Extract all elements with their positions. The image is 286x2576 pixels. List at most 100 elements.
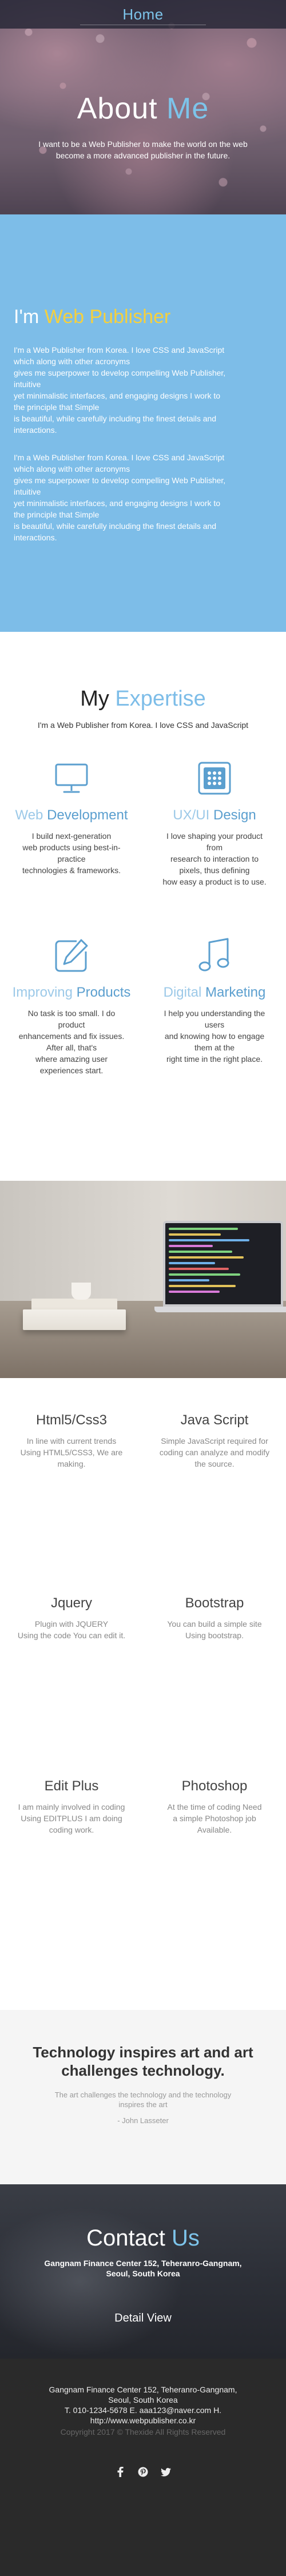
desc-line: web products using best-in- [22,843,121,852]
expertise-item-improving-products: Improving Products No task is too small.… [0,935,143,1113]
contact-title: Contact Us [0,2225,286,2251]
expertise-name-part: Digital [163,985,205,1000]
footer: Gangnam Finance Center 152, Teheranro-Ga… [0,2359,286,2576]
quote-title-line: challenges technology. [61,2062,225,2079]
skill-name: Edit Plus [44,1778,99,1794]
quote-text: The art challenges the technology and th… [0,2090,286,2109]
expertise-subtitle: I'm a Web Publisher from Korea. I love C… [37,720,249,730]
code-line [169,1273,241,1276]
contact-title-contact: Contact [86,2225,172,2251]
para-line: interactions. [14,425,57,435]
skill-name: Java Script [180,1412,249,1428]
code-line [169,1245,213,1247]
para-line: which along with other acronyms [14,464,130,473]
desc-line: practice [57,854,86,863]
code-line [169,1228,239,1230]
contact-title-us: Us [172,2225,200,2251]
expertise-name-part: Web [15,807,47,823]
quote-author: - John Lasseter [117,2116,169,2125]
desc-line: technologies & frameworks. [22,866,121,875]
hero-section: About Me I want to be a Web Publisher to… [0,0,286,214]
desc-line: Using bootstrap. [185,1631,244,1640]
book-stack [23,1309,126,1330]
twitter-icon[interactable] [161,2467,171,2477]
footer-copyright: Copyright 2017 © Thexide All Rights Rese… [60,2427,226,2436]
publisher-title-highlight: Web Publisher [44,306,171,328]
para-line: I'm a Web Publisher from Korea. I love C… [14,345,225,355]
expertise-name-part: Design [213,807,256,823]
desc-line: After all, that's [46,1043,97,1052]
skills-section: Html5/Css3 In line with current trends U… [0,1378,286,2010]
expertise-title-highlight: Expertise [115,687,206,711]
code-line [169,1291,220,1293]
address-line: Gangnam Finance Center 152, Teheranro-Ga… [44,2259,242,2268]
skill-name: Bootstrap [185,1595,244,1611]
para-line: yet minimalistic interfaces, and engagin… [14,499,221,508]
contact-content: Contact Us Gangnam Finance Center 152, T… [0,2184,286,2325]
quote-text-line: inspires the art [118,2100,168,2109]
laptop-base [154,1307,286,1312]
footer-website-link[interactable]: http://www.webpublisher.co.kr [0,2415,286,2426]
facebook-icon[interactable] [115,2467,125,2477]
expertise-item-digital-marketing: Digital Marketing I help you understandi… [143,935,286,1113]
social-links [0,2467,286,2477]
contact-address: Gangnam Finance Center 152, Teheranro-Ga… [0,2258,286,2279]
publisher-paragraph-2: I'm a Web Publisher from Korea. I love C… [14,452,272,543]
detail-view-button[interactable]: Detail View [114,2312,172,2325]
desc-line: enhancements and fix issues. [18,1032,125,1041]
code-line [169,1256,244,1259]
para-line: the principle that Simple [14,403,100,412]
para-line: the principle that Simple [14,510,100,519]
quote-title-line: Technology inspires art and art [33,2044,253,2061]
expertise-section: My Expertise I'm a Web Publisher from Ko… [0,632,286,1181]
pinterest-icon[interactable] [138,2467,148,2477]
code-line [169,1279,209,1281]
para-line: gives me superpower to develop compellin… [14,476,226,485]
quote-title: Technology inspires art and art challeng… [0,2043,286,2080]
skill-description: At the time of coding Need a simple Phot… [151,1801,278,1836]
skill-name: Jquery [50,1595,93,1611]
quote-text-line: The art challenges the technology and th… [54,2091,232,2099]
para-line: is beautiful, while carefully including … [14,521,217,531]
laptop-screen [163,1221,283,1307]
para-line: yet minimalistic interfaces, and engagin… [14,391,221,400]
expertise-name: Digital Marketing [164,985,266,1001]
expertise-description: No task is too small. I do product enhan… [19,1008,124,1076]
desc-line: I build next-generation [31,831,112,841]
expertise-name-part: Marketing [205,985,266,1000]
cup [72,1283,91,1300]
expertise-name-part: Products [76,985,131,1000]
home-link[interactable]: Home [122,6,163,23]
desc-line: right time in the right place. [166,1054,263,1064]
expertise-name: Improving Products [13,985,131,1001]
publisher-title: I'm Web Publisher [14,306,272,328]
desc-line: Available. [197,1825,232,1834]
desc-line: Using EDITPLUS I am doing [21,1814,122,1823]
para-line: intuitive [14,487,41,496]
skill-item-javascript: Java Script Simple JavaScript required f… [143,1412,286,1595]
desc-line: research to interaction to [170,854,259,863]
skill-item-editplus: Edit Plus I am mainly involved in coding… [0,1778,143,1961]
skill-item-bootstrap: Bootstrap You can build a simple site Us… [143,1595,286,1778]
skills-grid: Html5/Css3 In line with current trends U… [0,1412,286,1961]
expertise-description: I love shaping your product from researc… [162,830,266,887]
footer-contact-info: T. 010-1234-5678 E. aaa123@naver.com H. [64,2406,222,2415]
code-line [169,1262,215,1264]
address-line: Seoul, South Korea [106,2269,180,2278]
desc-line: how easy a product is to use. [162,877,267,886]
hero-title-about: About [77,92,167,125]
desc-line: No task is too small. I do [27,1009,116,1018]
para-line: is beautiful, while carefully including … [14,414,217,423]
desc-line: making. [57,1459,86,1468]
monitor-icon [51,758,92,798]
grid-window-icon [194,758,235,798]
desc-line: At the time of coding Need [167,1802,262,1811]
desc-line: Simple JavaScript required for [161,1436,268,1446]
expertise-item-uxui-design: UX/UI Design I love shaping your product… [143,758,286,935]
desc-line: from [206,843,223,852]
hero-title-me: Me [166,92,209,125]
desc-line: and knowing how to engage [164,1032,265,1041]
skill-description: Simple JavaScript required for coding ca… [151,1435,278,1470]
desc-line: where amazing user [35,1054,108,1064]
para-line: gives me superpower to develop compellin… [14,368,226,377]
